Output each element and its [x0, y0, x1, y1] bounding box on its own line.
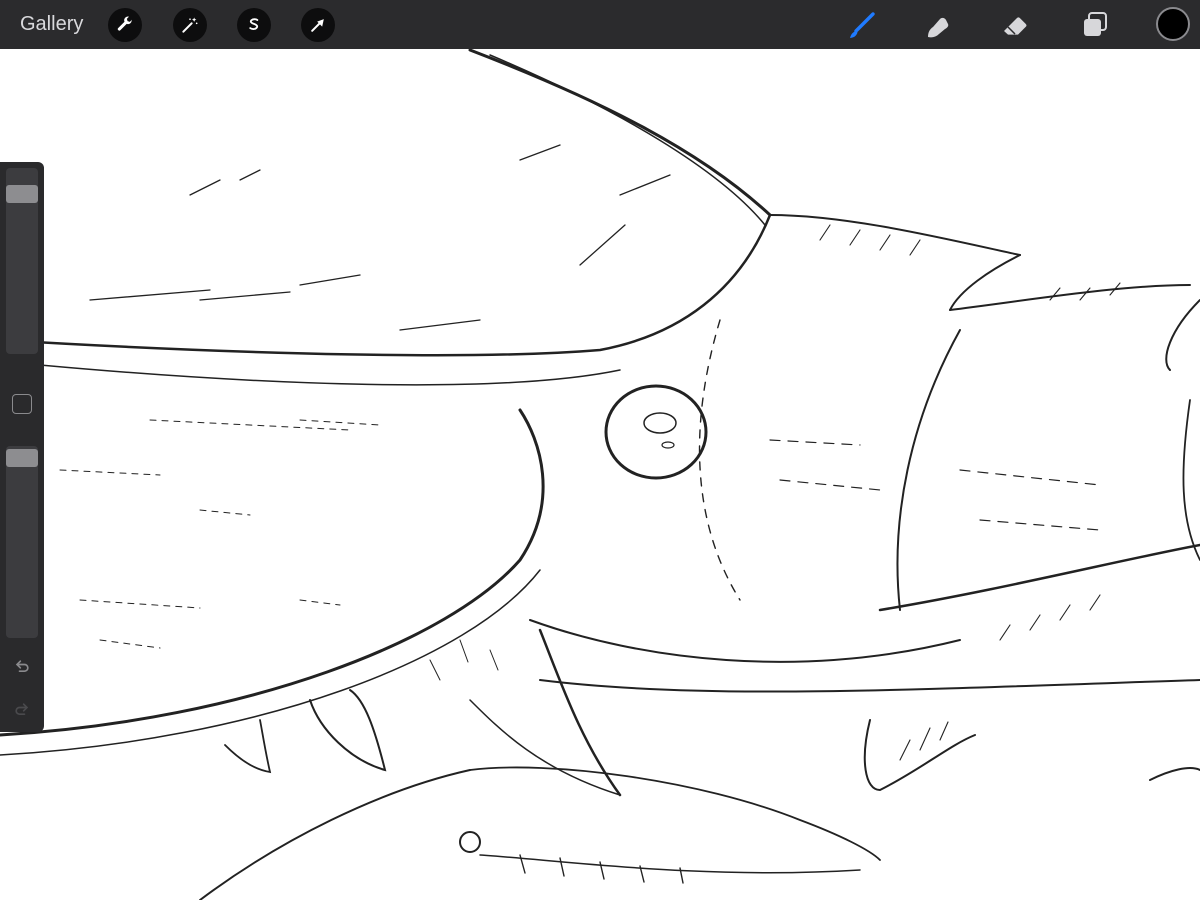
sketch-artwork: [0, 48, 1200, 901]
gallery-button[interactable]: Gallery: [20, 13, 83, 36]
selection-s-icon: [249, 18, 259, 30]
brush-sidebar: [0, 162, 44, 732]
layers-icon: [1084, 12, 1107, 36]
top-toolbar: Gallery: [0, 0, 1200, 49]
smudge-finger-icon: [928, 17, 949, 38]
undo-button[interactable]: [10, 655, 34, 679]
opacity-slider[interactable]: [6, 446, 38, 638]
smudge-tool-button[interactable]: [921, 7, 957, 43]
brush-size-slider[interactable]: [6, 168, 38, 354]
redo-button[interactable]: [10, 698, 34, 722]
transform-button[interactable]: [301, 8, 335, 42]
opacity-slider-handle[interactable]: [6, 449, 38, 467]
magic-wand-icon: [182, 17, 198, 33]
brush-size-slider-handle[interactable]: [6, 185, 38, 203]
redo-arrow-icon: [15, 703, 29, 715]
undo-arrow-icon: [15, 660, 29, 672]
eraser-icon: [1004, 17, 1027, 35]
actions-button[interactable]: [108, 8, 142, 42]
adjustments-button[interactable]: [173, 8, 207, 42]
eraser-tool-button[interactable]: [998, 7, 1034, 43]
arrow-cursor-icon: [311, 19, 324, 32]
color-swatch[interactable]: [1156, 7, 1190, 41]
drawing-canvas[interactable]: [0, 48, 1200, 901]
brush-tool-button[interactable]: [844, 7, 880, 43]
selection-button[interactable]: [237, 8, 271, 42]
modify-button[interactable]: [12, 394, 32, 414]
layers-button[interactable]: [1077, 7, 1113, 43]
wrench-icon: [117, 16, 132, 31]
brush-icon: [850, 12, 875, 38]
